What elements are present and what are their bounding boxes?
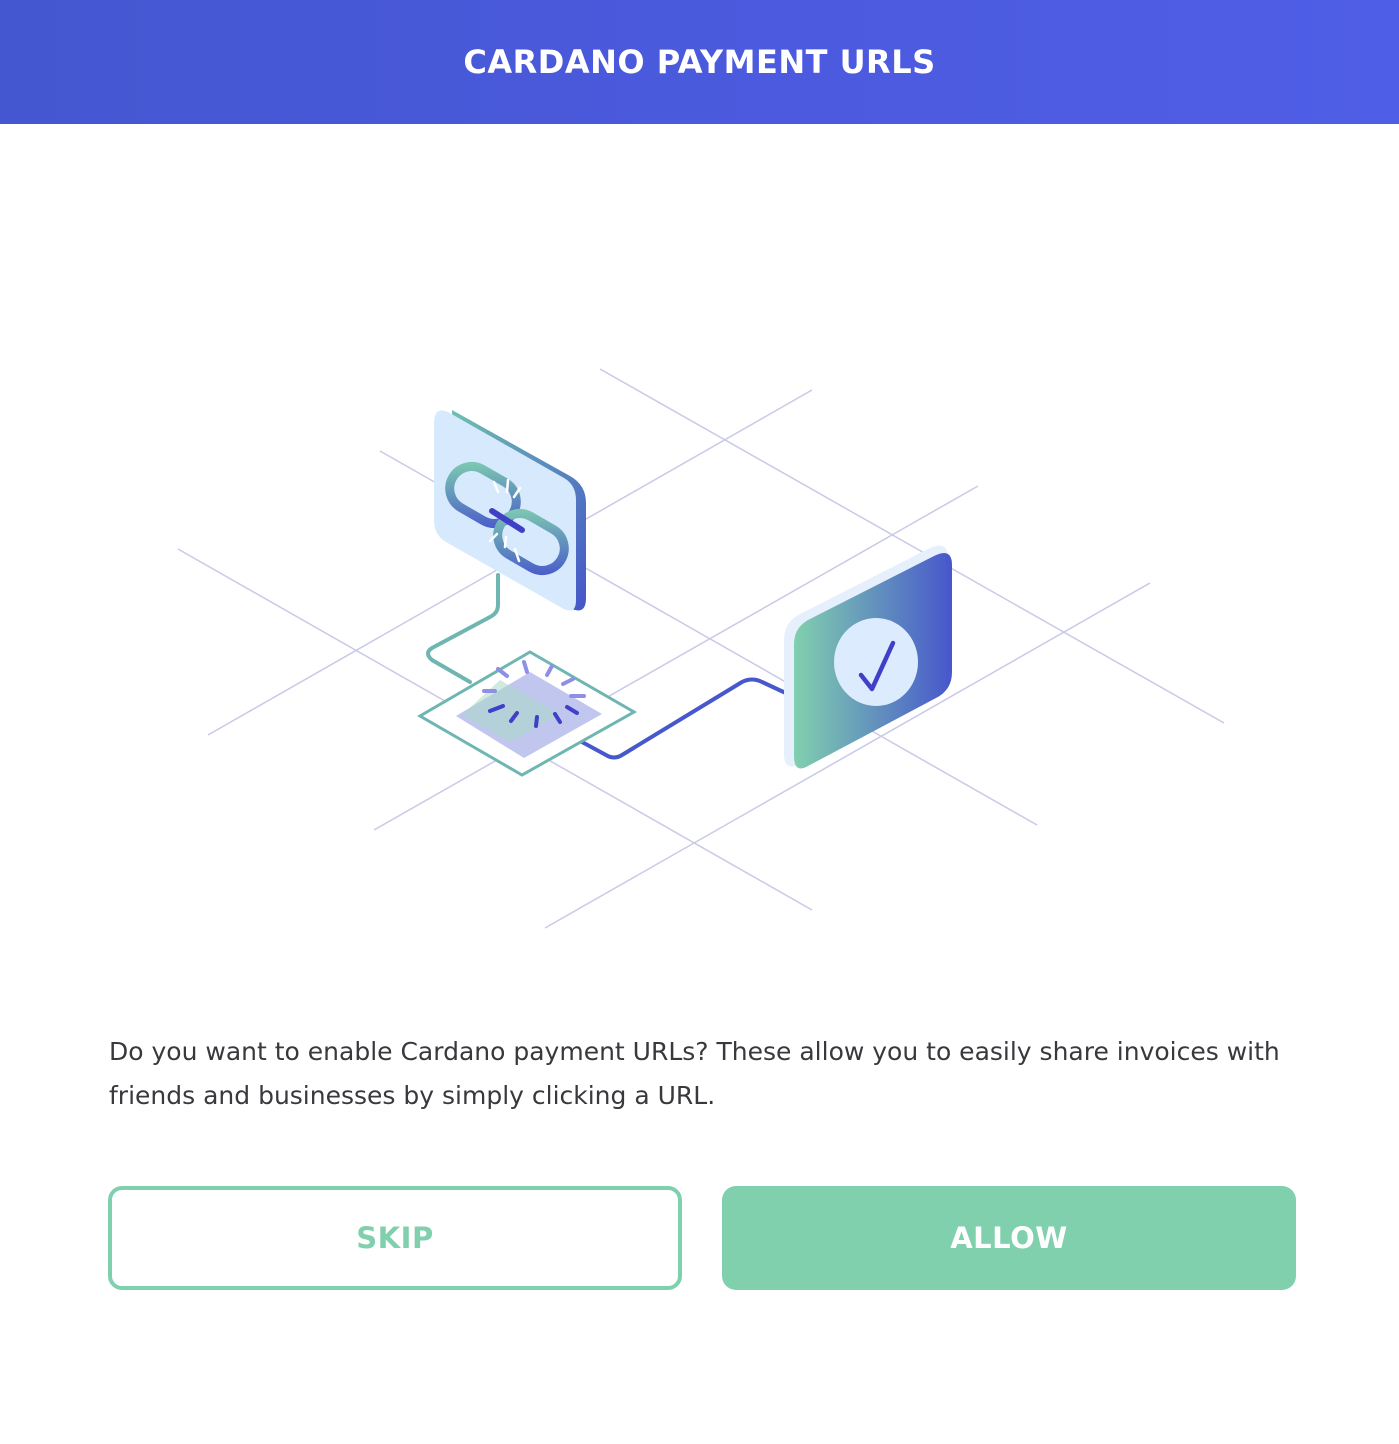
- check-circle: [834, 618, 918, 706]
- illustration-svg: [177, 368, 1225, 929]
- page-title: CARDANO PAYMENT URLS: [463, 43, 936, 81]
- skip-button[interactable]: SKIP: [108, 1186, 682, 1290]
- check-card: [784, 545, 952, 769]
- payment-urls-illustration: [0, 124, 1399, 1004]
- allow-button[interactable]: ALLOW: [722, 1186, 1296, 1290]
- top-bar: CARDANO PAYMENT URLS: [0, 0, 1399, 124]
- description-text: Do you want to enable Cardano payment UR…: [109, 1037, 1280, 1110]
- allow-button-label: ALLOW: [950, 1221, 1068, 1255]
- skip-button-label: SKIP: [356, 1221, 434, 1255]
- link-card: [434, 410, 586, 611]
- grid-lines: [177, 368, 1225, 929]
